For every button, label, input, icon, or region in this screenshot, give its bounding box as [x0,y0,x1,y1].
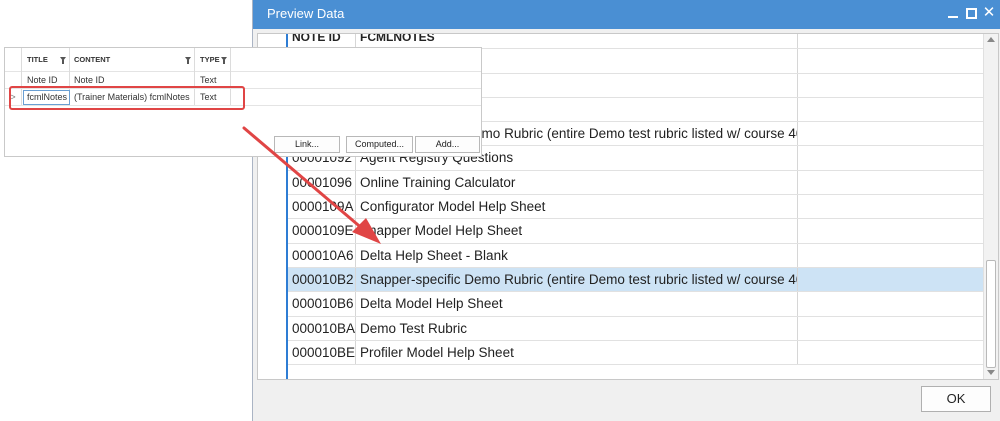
note-id-cell[interactable]: 000010B2 [286,267,356,292]
scroll-down-icon[interactable] [987,370,995,375]
column-header-type[interactable]: TYPE [195,48,231,72]
fcmlnotes-cell[interactable]: Delta Help Sheet - Blank [356,243,798,267]
ok-button[interactable]: OK [921,386,991,412]
table-row[interactable]: 000010A6 Delta Help Sheet - Blank [286,243,983,268]
header-title-label: TITLE [27,55,48,64]
fcmlnotes-cell[interactable]: Delta Model Help Sheet [356,292,798,316]
fields-header-row: TITLE CONTENT TYPE [5,48,481,72]
note-id-cell[interactable]: 0000109E [286,219,356,243]
vertical-scrollbar[interactable] [983,34,998,379]
table-row[interactable]: 000010BA Demo Test Rubric [286,316,983,341]
note-id-cell[interactable]: 000010BE [286,340,356,365]
computed-button[interactable]: Computed... [346,136,413,153]
table-row[interactable]: 0000109E Snapper Model Help Sheet [286,219,983,244]
filter-icon[interactable] [185,57,191,64]
scrollbar-thumb[interactable] [986,260,996,368]
table-row[interactable]: 00001096 Online Training Calculator [286,170,983,196]
fcmlnotes-cell[interactable]: Profiler Model Help Sheet [356,340,798,365]
filter-icon[interactable] [221,57,227,64]
note-id-cell[interactable]: 00001096 [286,170,356,195]
header-type-label: TYPE [200,55,220,64]
note-id-cell[interactable]: 000010BA [286,316,356,340]
window-titlebar: Preview Data ✕ [253,0,1000,29]
table-row[interactable]: 000010B2 Snapper-specific Demo Rubric (en… [286,267,983,293]
minimize-icon[interactable] [947,7,959,19]
maximize-icon[interactable] [965,7,977,19]
column-header-title[interactable]: TITLE [22,48,70,72]
fcmlnotes-cell[interactable]: Configurator Model Help Sheet [356,195,798,219]
table-row[interactable]: 0000109A Configurator Model Help Sheet [286,195,983,220]
note-id-cell[interactable]: 000010B6 [286,292,356,316]
header-content-label: CONTENT [74,55,111,64]
table-row[interactable]: 000010B6 Delta Model Help Sheet [286,292,983,317]
column-header-note-id[interactable]: NOTE ID [286,34,356,49]
scroll-up-icon[interactable] [987,37,995,42]
close-icon[interactable]: ✕ [982,4,996,20]
column-header-fcmlnotes[interactable]: FCMLNOTES [356,34,798,49]
note-id-cell[interactable]: 0000109A [286,195,356,219]
table-row[interactable]: 000010BE Profiler Model Help Sheet [286,340,983,366]
add-button[interactable]: Add... [415,136,480,153]
filter-icon[interactable] [60,57,66,64]
fcmlnotes-cell[interactable]: Snapper Model Help Sheet [356,219,798,243]
fcmlnotes-cell[interactable]: Snapper-specific Demo Rubric (entire Dem… [356,267,798,292]
column-header-content[interactable]: CONTENT [70,48,195,72]
highlight-box [9,86,245,110]
row-marker-header [5,48,22,72]
link-button[interactable]: Link... [274,136,340,153]
fcmlnotes-cell[interactable]: Online Training Calculator [356,170,798,195]
note-id-cell[interactable]: 000010A6 [286,243,356,267]
window-title: Preview Data [267,6,345,21]
fcmlnotes-cell[interactable]: Demo Test Rubric [356,316,798,340]
